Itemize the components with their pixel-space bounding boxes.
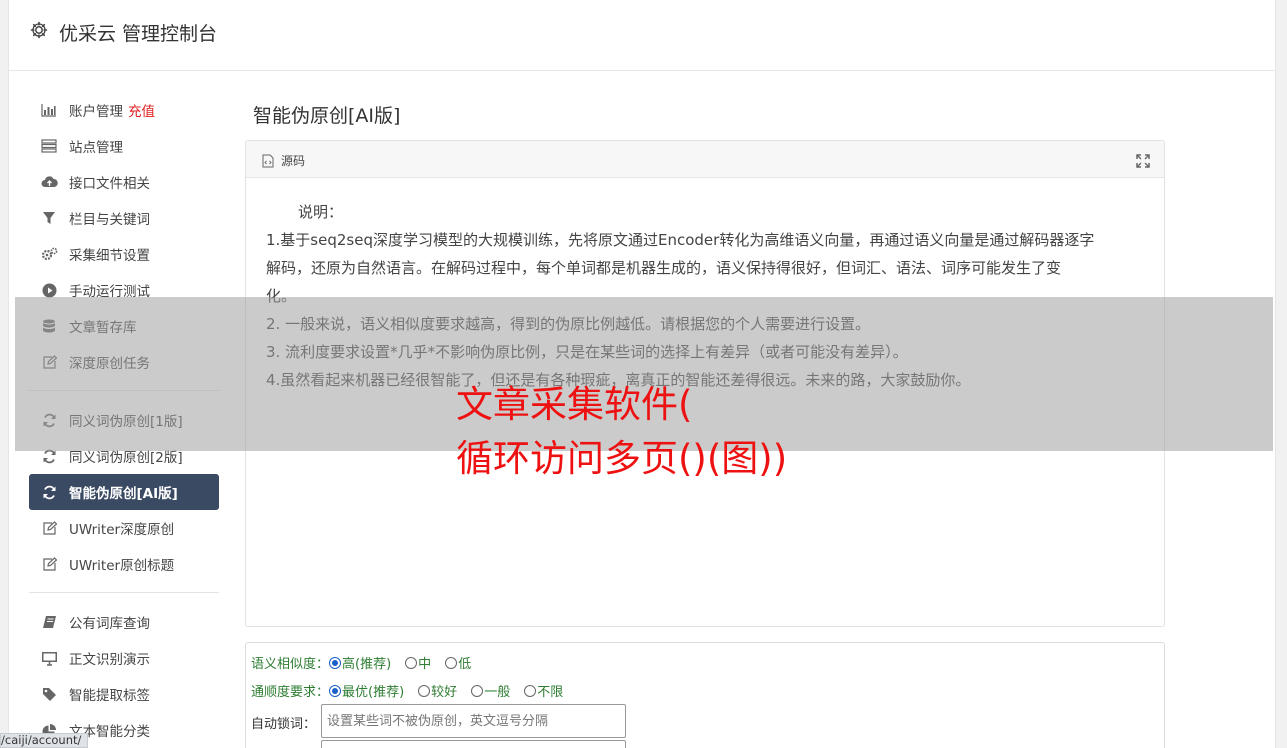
app-title: 优采云 管理控制台 [59, 23, 218, 45]
panel-header: 源码 [246, 141, 1164, 178]
sidebar-item-group1-2[interactable]: 接口文件相关 [29, 164, 219, 200]
note-line: 1.基于seq2seq深度学习模型的大规模训练，先将原文通过Encoder转化为… [266, 231, 1095, 249]
similarity-radio-1[interactable]: 中 [405, 653, 431, 672]
sidebar-item-group2-2[interactable]: 智能伪原创[AI版] [29, 474, 219, 510]
fluency-radio-1[interactable]: 较好 [418, 681, 457, 700]
cogs-icon [40, 246, 58, 262]
radio-button[interactable] [445, 656, 458, 669]
similarity-label: 语义相似度： [251, 657, 330, 672]
sidebar-item-group1-3[interactable]: 栏目与关键词 [29, 200, 219, 236]
radio-label: 高(推荐) [342, 657, 392, 672]
lock-words-label: 自动锁词： [251, 717, 317, 732]
monitor-icon [40, 650, 58, 666]
sidebar-item-group1-0[interactable]: 账户管理 充值 [29, 92, 219, 128]
sidebar-item-label: 正文识别演示 [69, 652, 150, 668]
sidebar-item-label: 采集细节设置 [69, 248, 150, 264]
sidebar-item-group1-4[interactable]: 采集细节设置 [29, 236, 219, 272]
sidebar-item-label: 站点管理 [69, 140, 123, 156]
radio-button[interactable] [418, 684, 431, 697]
similarity-row: 语义相似度： 高(推荐) 中 低 [251, 653, 485, 672]
overlay-line-2: 循环访问多页()(图)) [456, 437, 788, 480]
radio-label: 低 [458, 657, 472, 672]
radio-label: 一般 [484, 685, 511, 700]
edit-icon [40, 520, 58, 536]
radio-label: 较好 [431, 685, 458, 700]
sidebar-item-group3-1[interactable]: 正文识别演示 [29, 640, 219, 676]
note-line: 解码，还原为自然语言。在解码过程中，每个单词都是机器生成的，语义保持得很好，但词… [266, 259, 1062, 277]
sidebar-item-label: 账户管理 [69, 104, 123, 120]
bar-chart-icon [40, 102, 58, 118]
fluency-radio-3[interactable]: 不限 [524, 681, 563, 700]
tag-icon [40, 686, 58, 702]
similarity-radio-2[interactable]: 低 [445, 653, 471, 672]
sidebar-item-group2-4[interactable]: UWriter原创标题 [29, 546, 219, 582]
sidebar-item-group2-3[interactable]: UWriter深度原创 [29, 510, 219, 546]
expand-icon[interactable] [1136, 153, 1150, 172]
server-icon [40, 138, 58, 154]
radio-label: 最优(推荐) [342, 685, 405, 700]
radio-button[interactable] [524, 684, 537, 697]
radio-button[interactable] [329, 684, 342, 697]
lock-words-input[interactable] [321, 704, 626, 738]
book-icon [40, 614, 58, 630]
page-title: 智能伪原创[AI版] [253, 105, 401, 127]
overlay-headline: 文章采集软件( 循环访问多页()(图)) [456, 378, 976, 486]
similarity-radio-0[interactable]: 高(推荐) [329, 653, 391, 672]
sidebar-item-label: 智能提取标签 [69, 688, 150, 704]
fluency-radio-0[interactable]: 最优(推荐) [329, 681, 404, 700]
sidebar-item-group3-0[interactable]: 公有词库查询 [29, 604, 219, 640]
radio-label: 中 [418, 657, 432, 672]
radio-label: 不限 [537, 685, 564, 700]
edit-icon [40, 556, 58, 572]
sidebar-item-group3-2[interactable]: 智能提取标签 [29, 676, 219, 712]
recharge-link[interactable]: 充值 [128, 100, 155, 120]
radio-button[interactable] [471, 684, 484, 697]
code-file-icon [262, 153, 274, 172]
sidebar-item-label: 栏目与关键词 [69, 212, 150, 228]
gear-icon [29, 20, 49, 40]
radio-button[interactable] [405, 656, 418, 669]
note-title: 说明： [298, 203, 344, 221]
options-form: 语义相似度： 高(推荐) 中 低 通顺度要求： 最优(推荐) 较好 一般 不限 自动锁词： [245, 642, 1165, 748]
panel-label: 源码 [281, 154, 306, 168]
status-bar-url: /caiji/account/ [0, 733, 89, 748]
sidebar-item-label: 接口文件相关 [69, 176, 150, 192]
sidebar-item-label: UWriter深度原创 [69, 522, 175, 538]
filter-icon [40, 210, 58, 226]
cloud-upload-icon [40, 174, 58, 190]
radio-button[interactable] [329, 656, 342, 669]
fluency-label: 通顺度要求： [251, 685, 330, 700]
sidebar-item-label: 公有词库查询 [69, 616, 150, 632]
play-circle-icon [40, 282, 58, 298]
sidebar-item-group1-1[interactable]: 站点管理 [29, 128, 219, 164]
fluency-radio-2[interactable]: 一般 [471, 681, 510, 700]
top-header: 优采云 管理控制台 [9, 0, 1275, 71]
refresh-icon [40, 484, 58, 500]
sidebar-item-label: UWriter原创标题 [69, 558, 175, 574]
overlay-line-1: 文章采集软件( [456, 383, 693, 426]
nav-divider [29, 592, 219, 593]
secondary-input[interactable] [321, 740, 626, 748]
lock-row: 自动锁词： [251, 713, 316, 732]
fluency-row: 通顺度要求： 最优(推荐) 较好 一般 不限 [251, 681, 577, 700]
sidebar-item-label: 智能伪原创[AI版] [69, 486, 178, 502]
